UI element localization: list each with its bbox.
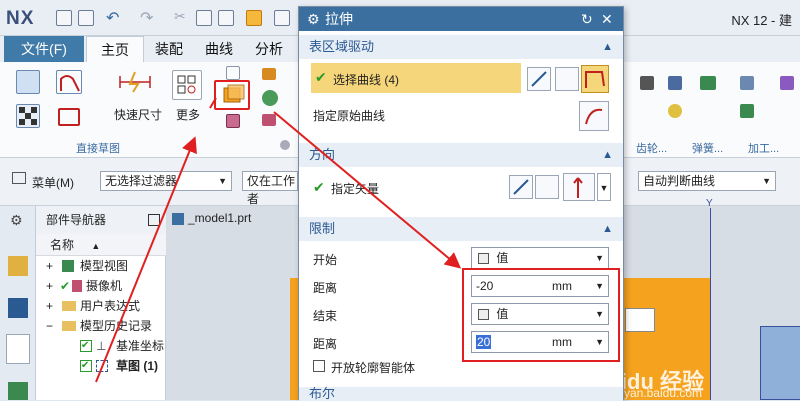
arrow-to-limits — [273, 111, 462, 269]
annotation-arrows — [95, 97, 462, 383]
arrow-connector — [209, 97, 217, 109]
arrow-to-extrude — [95, 136, 197, 383]
